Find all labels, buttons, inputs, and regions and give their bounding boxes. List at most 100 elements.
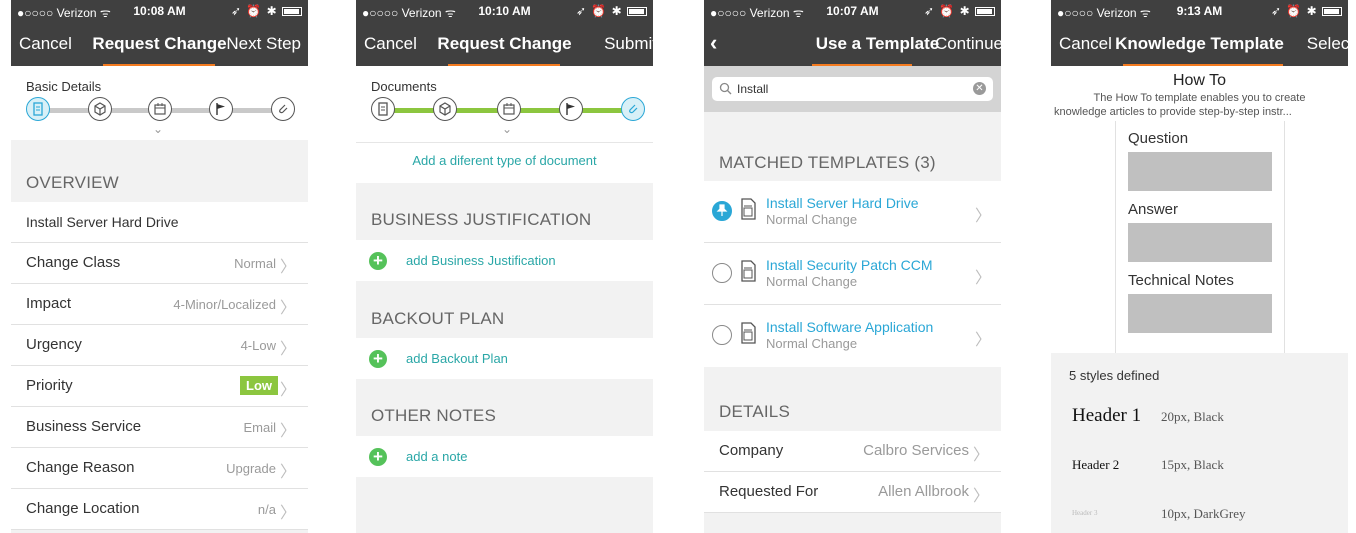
clear-search-icon[interactable]: ✕: [973, 82, 986, 95]
urgency-row[interactable]: Urgency 4-Low 〉: [11, 325, 308, 366]
status-icons: ➶ ⏰ ✱: [231, 4, 302, 18]
step-basic-details[interactable]: [26, 97, 50, 121]
search-input[interactable]: Install ✕: [712, 77, 993, 101]
nav-bar: Cancel Knowledge Template Select: [1051, 20, 1348, 66]
add-business-justification-row[interactable]: + add Business Justification: [356, 240, 653, 281]
flag-icon: [216, 103, 225, 115]
step-documents[interactable]: [621, 97, 645, 121]
row-label: Change Reason: [26, 459, 135, 476]
change-reason-row[interactable]: Change Reason Upgrade 〉: [11, 448, 308, 489]
step-schedule[interactable]: [497, 97, 521, 121]
radio-icon[interactable]: [712, 325, 732, 345]
requested-for-row[interactable]: Requested For Allen Allbrook 〉: [704, 472, 1001, 513]
answer-field: [1128, 223, 1272, 262]
step-tasks[interactable]: [559, 97, 583, 121]
style-name-header-2: Header 2: [1072, 457, 1120, 472]
divider: [1115, 121, 1116, 353]
divider: [1284, 121, 1285, 353]
step-header: Basic Details ⌄: [11, 66, 308, 140]
row-label: Requested For: [719, 483, 819, 500]
paperclip-icon: [629, 104, 638, 114]
row-label: Company: [719, 442, 784, 459]
step-documents[interactable]: [271, 97, 295, 121]
row-label: Change Class: [26, 254, 121, 271]
template-subtitle: Normal Change: [766, 336, 858, 351]
next-step-button[interactable]: Next Step: [226, 34, 301, 54]
page-title: Knowledge Template: [1115, 34, 1284, 53]
chevron-right-icon: 〉: [974, 208, 991, 225]
search-bar: Install ✕: [704, 66, 1001, 112]
section-details: DETAILS: [719, 402, 790, 421]
company-row[interactable]: Company Calbro Services 〉: [704, 431, 1001, 472]
row-label: Change Location: [26, 500, 140, 517]
chevron-right-icon: 〉: [974, 270, 991, 287]
impact-row[interactable]: Impact 4-Minor/Localized 〉: [11, 284, 308, 325]
change-location-row[interactable]: Change Location n/a 〉: [11, 489, 308, 530]
add-note-row[interactable]: + add a note: [356, 436, 653, 477]
template-description-line-1: The How To template enables you to creat…: [1093, 92, 1306, 104]
add-business-justification-link[interactable]: add Business Justification: [406, 253, 556, 268]
calendar-icon: [154, 103, 166, 115]
radio-icon[interactable]: [712, 263, 732, 283]
pin-icon: [716, 204, 728, 216]
style-spec: 10px, DarkGrey: [1161, 506, 1246, 521]
template-item-3[interactable]: Install Software Application Normal Chan…: [704, 305, 1001, 367]
status-icons-glyphs: ➶ ⏰ ✱: [1270, 4, 1318, 18]
step-tasks[interactable]: [209, 97, 233, 121]
template-document-icon: [741, 260, 756, 282]
summary-row[interactable]: Install Server Hard Drive: [11, 202, 308, 243]
template-subtitle: Normal Change: [766, 212, 858, 227]
back-chevron-icon[interactable]: ‹: [710, 30, 717, 56]
add-note-link[interactable]: add a note: [406, 449, 467, 464]
step-schedule[interactable]: [148, 97, 172, 121]
document-icon: [378, 102, 388, 116]
technical-notes-field: [1128, 294, 1272, 333]
template-title: Install Security Patch CCM: [766, 257, 933, 273]
template-item-2[interactable]: Install Security Patch CCM Normal Change…: [704, 243, 1001, 305]
selected-radio-icon[interactable]: [712, 201, 732, 221]
template-document-icon: [741, 198, 756, 220]
step-cis[interactable]: [433, 97, 457, 121]
step-basic-details[interactable]: [371, 97, 395, 121]
question-field: [1128, 152, 1272, 191]
status-icons-glyphs: ➶ ⏰ ✱: [230, 4, 278, 18]
template-title: Install Software Application: [766, 319, 934, 335]
change-class-row[interactable]: Change Class Normal 〉: [11, 243, 308, 284]
step-progress: [26, 97, 296, 123]
step-cis[interactable]: [88, 97, 112, 121]
row-value: n/a: [257, 502, 276, 517]
priority-badge: Low: [240, 376, 278, 395]
add-backout-plan-link[interactable]: add Backout Plan: [406, 351, 508, 366]
row-value: Email: [243, 420, 276, 435]
chevron-down-icon[interactable]: ⌄: [502, 122, 512, 136]
step-progress: [371, 97, 646, 123]
template-title: Install Server Hard Drive: [766, 195, 919, 211]
screen-request-change-documents: ●○○○○ Verizon ᯤ 10:10 AM ➶ ⏰ ✱ Cancel Re…: [356, 0, 653, 533]
row-label: Priority: [26, 377, 73, 394]
search-value: Install: [737, 82, 769, 96]
section-business-justification: BUSINESS JUSTIFICATION: [371, 210, 592, 229]
add-document-type-link[interactable]: Add a diferent type of document: [356, 153, 653, 168]
add-backout-plan-row[interactable]: + add Backout Plan: [356, 338, 653, 379]
continue-button[interactable]: Continue: [935, 34, 1001, 54]
chevron-right-icon: 〉: [974, 332, 991, 349]
row-value: Normal: [234, 256, 276, 271]
business-service-row[interactable]: Business Service Email 〉: [11, 407, 308, 448]
chevron-down-icon[interactable]: ⌄: [153, 122, 163, 136]
nav-bar: Cancel Request Change Submit: [356, 20, 653, 66]
template-subtitle: Normal Change: [766, 274, 858, 289]
row-value: Upgrade: [226, 461, 276, 476]
section-backout-plan: BACKOUT PLAN: [371, 309, 505, 328]
status-bar: ●○○○○ Verizon ᯤ 10:08 AM ➶ ⏰ ✱: [11, 0, 308, 20]
select-button[interactable]: Select: [1307, 34, 1348, 54]
row-label: Urgency: [26, 336, 82, 353]
style-spec: 20px, Black: [1161, 409, 1224, 424]
status-icons-glyphs: ➶ ⏰ ✱: [575, 4, 623, 18]
screen-use-template: ●○○○○ Verizon ᯤ 10:07 AM ➶ ⏰ ✱ ‹ Use a T…: [704, 0, 1001, 533]
chevron-right-icon: 〉: [279, 341, 296, 358]
template-item-1[interactable]: Install Server Hard Drive Normal Change …: [704, 181, 1001, 243]
priority-row[interactable]: Priority Low 〉: [11, 366, 308, 407]
style-spec: 15px, Black: [1161, 457, 1224, 472]
submit-button[interactable]: Submit: [604, 34, 653, 54]
calendar-icon: [503, 103, 515, 115]
